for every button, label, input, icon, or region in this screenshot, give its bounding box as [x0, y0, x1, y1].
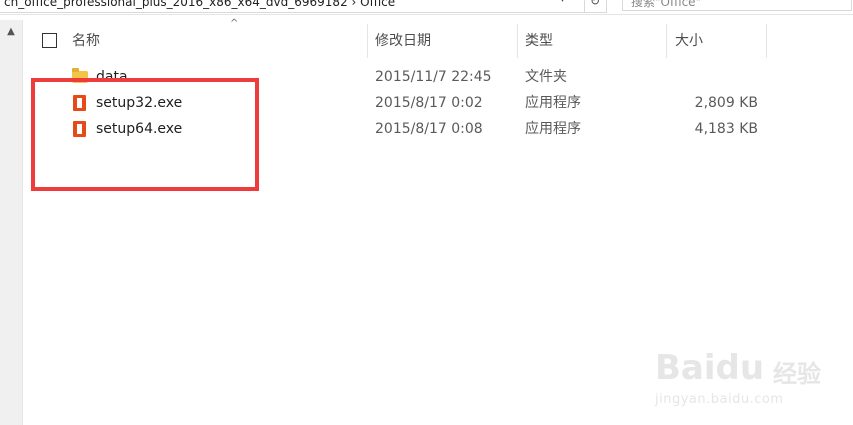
file-type: 应用程序: [525, 121, 581, 137]
column-divider[interactable]: [766, 24, 767, 58]
watermark-url: jingyan.baidu.com: [655, 392, 784, 407]
file-type: 应用程序: [525, 95, 581, 111]
column-divider[interactable]: [517, 24, 518, 58]
column-header-name[interactable]: 名称: [72, 24, 100, 58]
sort-ascending-icon: ^: [230, 18, 239, 29]
search-input[interactable]: 搜索"Office": [622, 0, 852, 11]
chevron-down-icon[interactable]: ▾: [560, 0, 574, 8]
file-size: 4,183 KB: [694, 121, 758, 137]
address-bar[interactable]: cn_office_professional_plus_2016_x86_x64…: [0, 0, 585, 13]
file-date: 2015/8/17 0:02: [375, 95, 483, 111]
scroll-up-icon[interactable]: ▲: [5, 26, 17, 38]
refresh-icon[interactable]: ↻: [584, 0, 607, 13]
file-size: 2,809 KB: [694, 95, 758, 111]
vertical-scrollbar[interactable]: ▲: [0, 20, 23, 425]
file-date: 2015/11/7 22:45: [375, 69, 492, 85]
address-toolbar: cn_office_professional_plus_2016_x86_x64…: [0, 0, 853, 15]
baidu-jingyan-watermark: Baidu 经验 jingyan.baidu.com: [655, 348, 845, 418]
column-header-size[interactable]: 大小: [675, 24, 703, 58]
highlight-annotation: [31, 78, 259, 191]
watermark-cn: 经验: [773, 360, 821, 388]
column-divider[interactable]: [666, 24, 667, 58]
column-header-type[interactable]: 类型: [525, 24, 553, 58]
watermark-logo: Baidu: [655, 348, 765, 388]
file-type: 文件夹: [525, 69, 567, 85]
column-header-row: 名称 ^ 修改日期 类型 大小: [30, 18, 850, 58]
column-header-date[interactable]: 修改日期: [375, 24, 431, 58]
file-date: 2015/8/17 0:08: [375, 121, 483, 137]
column-divider[interactable]: [367, 24, 368, 58]
